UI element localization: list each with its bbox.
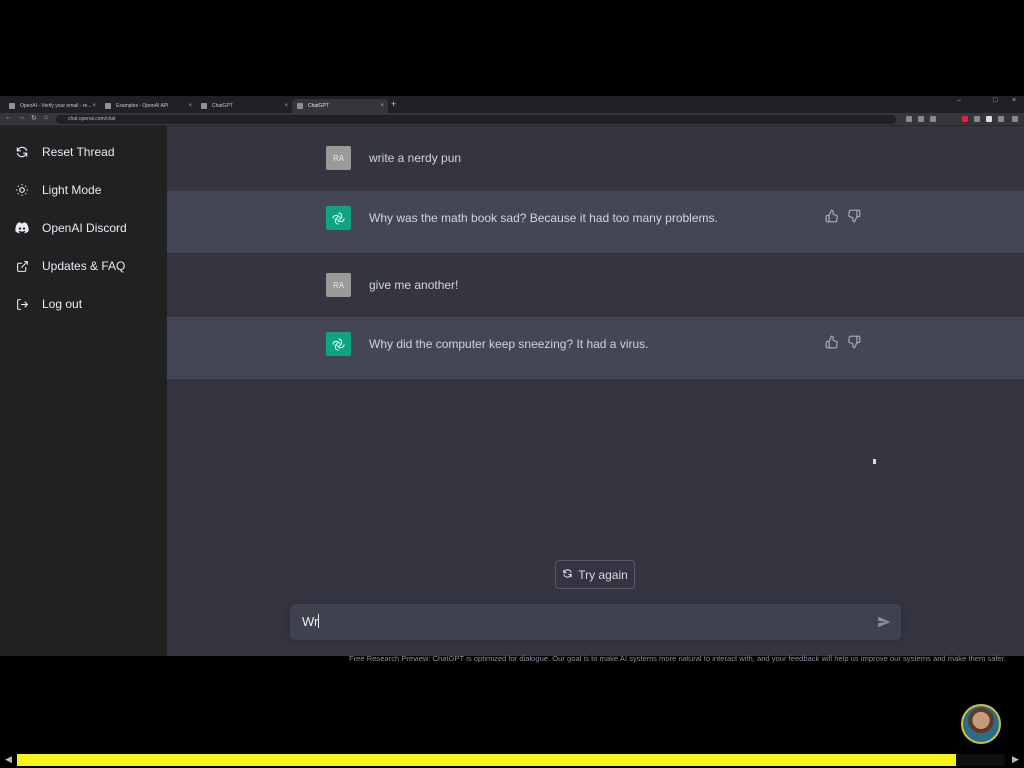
message-text: write a nerdy pun — [369, 151, 462, 165]
video-progress-bar[interactable] — [17, 754, 1005, 766]
message-row-assistant: Why was the math book sad? Because it ha… — [167, 191, 1024, 253]
forward-icon[interactable]: → — [18, 114, 25, 121]
external-link-icon — [14, 258, 30, 274]
thumbs-up-icon[interactable] — [825, 209, 839, 223]
sidebar-item-reset-thread[interactable]: Reset Thread — [14, 142, 164, 162]
chat-main: RA write a nerdy pun Why was the math bo… — [167, 126, 1024, 663]
sidebar-item-log-out[interactable]: Log out — [14, 294, 164, 314]
sidebar: Reset Thread Light Mode OpenAI Discord U… — [0, 126, 167, 656]
close-tab-icon[interactable]: × — [92, 99, 96, 113]
try-again-button[interactable]: Try again — [555, 560, 635, 589]
text-caret — [318, 614, 320, 628]
message-text: give me another! — [369, 278, 459, 292]
sidebar-item-label: Light Mode — [42, 183, 102, 197]
thumbs-down-icon[interactable] — [847, 335, 861, 349]
favicon-icon — [297, 103, 303, 109]
favicon-icon — [9, 103, 15, 109]
extension-icon[interactable] — [906, 116, 912, 122]
extension-icon[interactable] — [962, 116, 968, 122]
thumbs-up-icon[interactable] — [825, 335, 839, 349]
url-field[interactable]: chat.openai.com/chat — [56, 115, 896, 124]
minimize-button[interactable]: – — [957, 97, 961, 104]
back-icon[interactable]: ← — [5, 114, 12, 121]
favicon-icon — [105, 103, 111, 109]
profile-icon[interactable] — [998, 116, 1004, 122]
extension-icon[interactable] — [974, 116, 980, 122]
close-tab-icon[interactable]: × — [188, 99, 192, 113]
webcam-overlay — [961, 704, 1001, 744]
avatar: RA — [326, 273, 351, 297]
reset-icon — [14, 144, 30, 160]
scroll-left-icon[interactable]: ◀ — [5, 754, 12, 765]
video-progress-fill — [17, 754, 956, 766]
extension-icon[interactable] — [986, 116, 992, 122]
close-window-button[interactable]: × — [1012, 97, 1016, 104]
tab-examples[interactable]: Examples - OpenAI API × — [100, 99, 196, 113]
logout-icon — [14, 296, 30, 312]
feedback-buttons — [825, 209, 861, 223]
tab-chatgpt-active[interactable]: ChatGPT × — [292, 99, 388, 113]
scroll-right-icon[interactable]: ▶ — [1012, 754, 1019, 765]
openai-logo-icon — [326, 332, 351, 356]
thumbs-down-icon[interactable] — [847, 209, 861, 223]
disclaimer-text: Free Research Preview: ChatGPT is optimi… — [348, 654, 1006, 663]
address-bar-row: ← → ↻ ⌂ chat.openai.com/chat — [0, 113, 1024, 126]
sun-icon — [14, 182, 30, 198]
tab-verify-email[interactable]: OpenAI - Verify your email - re... × — [4, 99, 100, 113]
browser-window: OpenAI - Verify your email - re... × Exam… — [0, 96, 1024, 663]
prompt-input[interactable]: Wr — [290, 604, 901, 640]
sidebar-item-label: Log out — [42, 297, 83, 311]
tab-chatgpt[interactable]: ChatGPT × — [196, 99, 292, 113]
refresh-icon — [562, 568, 573, 582]
new-tab-button[interactable]: + — [391, 99, 396, 109]
sidebar-item-openai-discord[interactable]: OpenAI Discord — [14, 218, 164, 238]
extension-icon[interactable] — [930, 116, 936, 122]
reload-icon[interactable]: ↻ — [31, 114, 37, 122]
avatar: RA — [326, 146, 351, 170]
home-icon[interactable]: ⌂ — [44, 114, 48, 121]
message-row-user: RA write a nerdy pun — [167, 126, 1024, 191]
close-tab-icon[interactable]: × — [284, 99, 288, 113]
sidebar-item-label: OpenAI Discord — [42, 221, 127, 235]
extension-icon[interactable] — [918, 116, 924, 122]
sidebar-item-label: Updates & FAQ — [42, 259, 126, 273]
message-text: Why did the computer keep sneezing? It h… — [369, 337, 649, 351]
sidebar-item-label: Reset Thread — [42, 145, 115, 159]
close-tab-icon[interactable]: × — [380, 99, 384, 113]
message-row-assistant: Why did the computer keep sneezing? It h… — [167, 317, 1024, 379]
try-again-label: Try again — [578, 567, 628, 582]
openai-logo-icon — [326, 206, 351, 230]
message-text: Why was the math book sad? Because it ha… — [369, 211, 718, 225]
tab-bar: OpenAI - Verify your email - re... × Exam… — [0, 96, 1024, 113]
feedback-buttons — [825, 335, 861, 349]
maximize-button[interactable]: □ — [993, 97, 997, 104]
message-row-user: RA give me another! — [167, 253, 1024, 317]
sidebar-item-updates-faq[interactable]: Updates & FAQ — [14, 256, 164, 276]
favicon-icon — [201, 103, 207, 109]
menu-icon[interactable] — [1012, 116, 1018, 122]
sidebar-item-light-mode[interactable]: Light Mode — [14, 180, 164, 200]
discord-icon — [14, 220, 30, 236]
prompt-input-value: Wr — [302, 614, 319, 629]
mouse-cursor-icon — [873, 459, 876, 464]
send-icon[interactable] — [877, 615, 891, 629]
